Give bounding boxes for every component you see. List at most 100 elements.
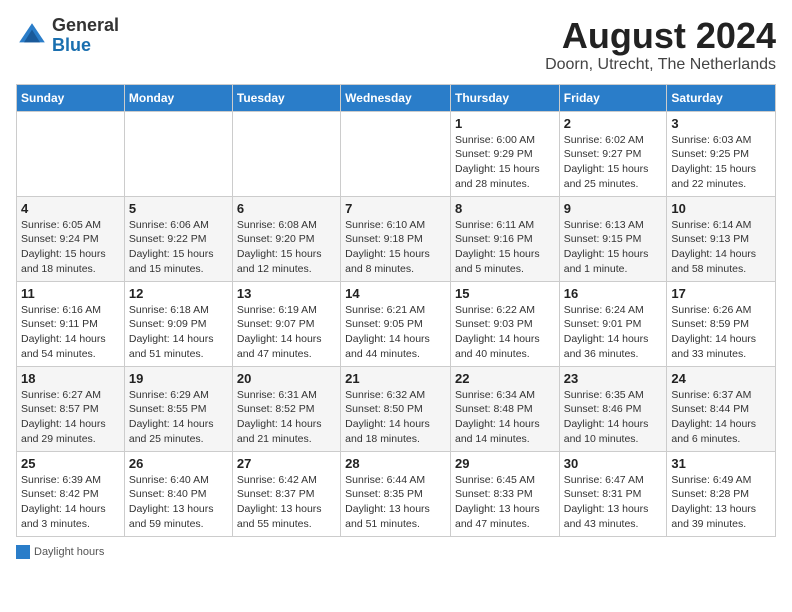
day-number: 27 [237,456,336,471]
day-number: 11 [21,286,120,301]
day-info: Sunrise: 6:29 AM Sunset: 8:55 PM Dayligh… [129,388,228,447]
page-title: August 2024 [545,16,776,56]
day-number: 18 [21,371,120,386]
calendar-cell [124,111,232,196]
calendar-cell: 10 Sunrise: 6:14 AM Sunset: 9:13 PM Dayli… [667,196,776,281]
day-info: Sunrise: 6:26 AM Sunset: 8:59 PM Dayligh… [671,303,771,362]
legend-color-box [16,545,30,559]
calendar-cell: 5 Sunrise: 6:06 AM Sunset: 9:22 PM Daylig… [124,196,232,281]
day-info: Sunrise: 6:35 AM Sunset: 8:46 PM Dayligh… [564,388,663,447]
day-number: 30 [564,456,663,471]
day-info: Sunrise: 6:32 AM Sunset: 8:50 PM Dayligh… [345,388,446,447]
day-number: 10 [671,201,771,216]
day-header-monday: Monday [124,84,232,111]
day-number: 7 [345,201,446,216]
day-number: 20 [237,371,336,386]
calendar-cell: 19 Sunrise: 6:29 AM Sunset: 8:55 PM Dayli… [124,366,232,451]
day-info: Sunrise: 6:31 AM Sunset: 8:52 PM Dayligh… [237,388,336,447]
calendar-cell: 8Sunrise: 6:11 AM Sunset: 9:16 PM Daylig… [450,196,559,281]
day-number: 14 [345,286,446,301]
calendar-cell [341,111,451,196]
day-number: 4 [21,201,120,216]
calendar-week-row: 4 Sunrise: 6:05 AM Sunset: 9:24 PM Daylig… [17,196,776,281]
day-number: 22 [455,371,555,386]
page-header: General Blue August 2024 Doorn, Utrecht,… [16,16,776,74]
calendar-table: SundayMondayTuesdayWednesdayThursdayFrid… [16,84,776,537]
calendar-cell: 16 Sunrise: 6:24 AM Sunset: 9:01 PM Dayli… [559,281,667,366]
calendar-cell [232,111,340,196]
calendar-cell: 23 Sunrise: 6:35 AM Sunset: 8:46 PM Dayli… [559,366,667,451]
calendar-week-row: 1Sunrise: 6:00 AM Sunset: 9:29 PM Daylig… [17,111,776,196]
day-number: 9 [564,201,663,216]
day-info: Sunrise: 6:27 AM Sunset: 8:57 PM Dayligh… [21,388,120,447]
logo-general-text: General [52,15,119,35]
calendar-cell: 20 Sunrise: 6:31 AM Sunset: 8:52 PM Dayli… [232,366,340,451]
day-info: Sunrise: 6:19 AM Sunset: 9:07 PM Dayligh… [237,303,336,362]
day-info: Sunrise: 6:44 AM Sunset: 8:35 PM Dayligh… [345,473,446,532]
day-info: Sunrise: 6:10 AM Sunset: 9:18 PM Dayligh… [345,218,446,277]
calendar-cell: 24 Sunrise: 6:37 AM Sunset: 8:44 PM Dayli… [667,366,776,451]
day-info: Sunrise: 6:00 AM Sunset: 9:29 PM Dayligh… [455,133,555,192]
day-info: Sunrise: 6:37 AM Sunset: 8:44 PM Dayligh… [671,388,771,447]
day-number: 16 [564,286,663,301]
calendar-cell: 9 Sunrise: 6:13 AM Sunset: 9:15 PM Daylig… [559,196,667,281]
legend: Daylight hours [16,545,104,559]
footer: Daylight hours [16,545,776,559]
day-number: 6 [237,201,336,216]
calendar-cell: 11Sunrise: 6:16 AM Sunset: 9:11 PM Dayli… [17,281,125,366]
calendar-cell: 28 Sunrise: 6:44 AM Sunset: 8:35 PM Dayli… [341,451,451,536]
day-info: Sunrise: 6:06 AM Sunset: 9:22 PM Dayligh… [129,218,228,277]
day-number: 29 [455,456,555,471]
day-number: 31 [671,456,771,471]
title-block: August 2024 Doorn, Utrecht, The Netherla… [545,16,776,74]
calendar-cell: 13 Sunrise: 6:19 AM Sunset: 9:07 PM Dayli… [232,281,340,366]
day-info: Sunrise: 6:05 AM Sunset: 9:24 PM Dayligh… [21,218,120,277]
day-header-wednesday: Wednesday [341,84,451,111]
day-number: 28 [345,456,446,471]
day-info: Sunrise: 6:14 AM Sunset: 9:13 PM Dayligh… [671,218,771,277]
logo-blue-text: Blue [52,35,91,55]
day-header-tuesday: Tuesday [232,84,340,111]
day-info: Sunrise: 6:42 AM Sunset: 8:37 PM Dayligh… [237,473,336,532]
day-number: 13 [237,286,336,301]
day-number: 12 [129,286,228,301]
calendar-week-row: 18 Sunrise: 6:27 AM Sunset: 8:57 PM Dayli… [17,366,776,451]
day-info: Sunrise: 6:02 AM Sunset: 9:27 PM Dayligh… [564,133,663,192]
day-number: 25 [21,456,120,471]
day-info: Sunrise: 6:21 AM Sunset: 9:05 PM Dayligh… [345,303,446,362]
calendar-cell: 3Sunrise: 6:03 AM Sunset: 9:25 PM Daylig… [667,111,776,196]
legend-label: Daylight hours [34,546,104,558]
calendar-cell: 6 Sunrise: 6:08 AM Sunset: 9:20 PM Daylig… [232,196,340,281]
calendar-week-row: 11Sunrise: 6:16 AM Sunset: 9:11 PM Dayli… [17,281,776,366]
calendar-cell: 31Sunrise: 6:49 AM Sunset: 8:28 PM Dayli… [667,451,776,536]
day-number: 23 [564,371,663,386]
calendar-cell: 1Sunrise: 6:00 AM Sunset: 9:29 PM Daylig… [450,111,559,196]
calendar-cell: 2Sunrise: 6:02 AM Sunset: 9:27 PM Daylig… [559,111,667,196]
day-info: Sunrise: 6:18 AM Sunset: 9:09 PM Dayligh… [129,303,228,362]
calendar-week-row: 25Sunrise: 6:39 AM Sunset: 8:42 PM Dayli… [17,451,776,536]
calendar-cell [17,111,125,196]
calendar-cell: 4 Sunrise: 6:05 AM Sunset: 9:24 PM Daylig… [17,196,125,281]
day-number: 5 [129,201,228,216]
day-info: Sunrise: 6:08 AM Sunset: 9:20 PM Dayligh… [237,218,336,277]
calendar-cell: 7 Sunrise: 6:10 AM Sunset: 9:18 PM Daylig… [341,196,451,281]
day-number: 24 [671,371,771,386]
day-info: Sunrise: 6:13 AM Sunset: 9:15 PM Dayligh… [564,218,663,277]
day-number: 8 [455,201,555,216]
calendar-cell: 27 Sunrise: 6:42 AM Sunset: 8:37 PM Dayli… [232,451,340,536]
day-number: 15 [455,286,555,301]
day-info: Sunrise: 6:47 AM Sunset: 8:31 PM Dayligh… [564,473,663,532]
day-info: Sunrise: 6:34 AM Sunset: 8:48 PM Dayligh… [455,388,555,447]
day-info: Sunrise: 6:22 AM Sunset: 9:03 PM Dayligh… [455,303,555,362]
calendar-cell: 22 Sunrise: 6:34 AM Sunset: 8:48 PM Dayli… [450,366,559,451]
calendar-header-row: SundayMondayTuesdayWednesdayThursdayFrid… [17,84,776,111]
calendar-cell: 21 Sunrise: 6:32 AM Sunset: 8:50 PM Dayli… [341,366,451,451]
day-header-friday: Friday [559,84,667,111]
page-subtitle: Doorn, Utrecht, The Netherlands [545,56,776,74]
day-number: 19 [129,371,228,386]
calendar-cell: 17Sunrise: 6:26 AM Sunset: 8:59 PM Dayli… [667,281,776,366]
calendar-cell: 25Sunrise: 6:39 AM Sunset: 8:42 PM Dayli… [17,451,125,536]
day-info: Sunrise: 6:45 AM Sunset: 8:33 PM Dayligh… [455,473,555,532]
day-info: Sunrise: 6:24 AM Sunset: 9:01 PM Dayligh… [564,303,663,362]
day-number: 21 [345,371,446,386]
